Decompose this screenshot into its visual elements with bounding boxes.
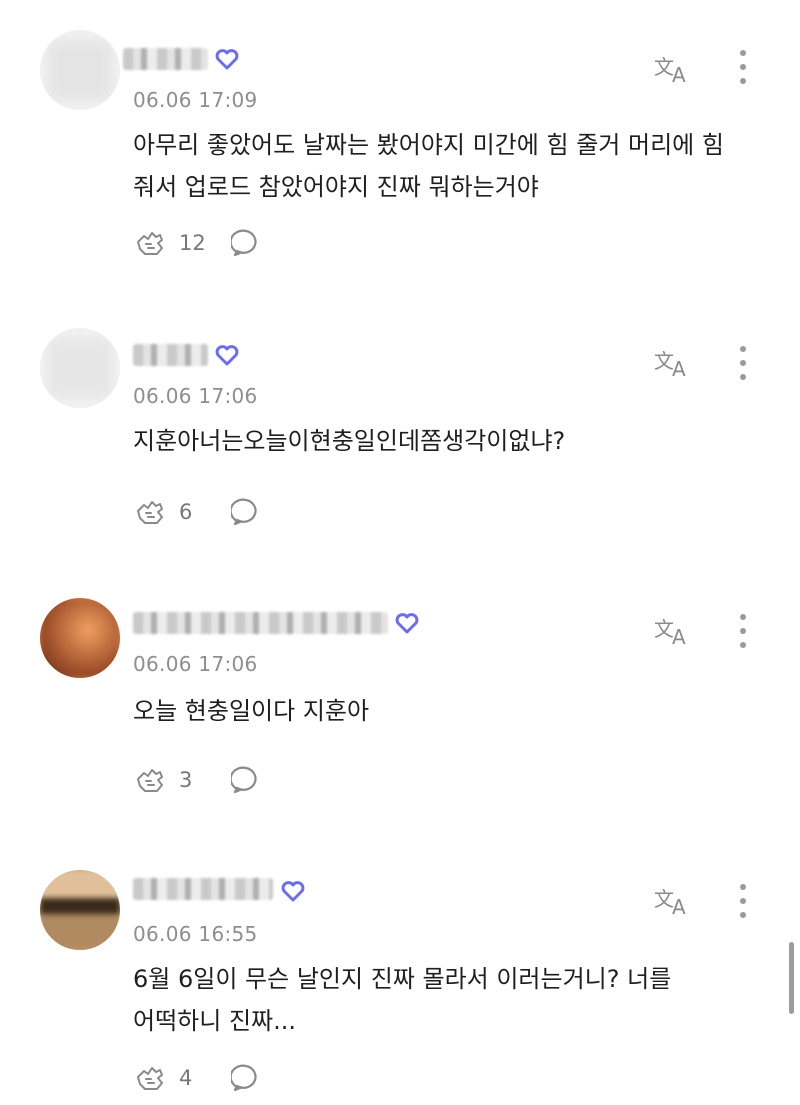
avatar[interactable] xyxy=(40,870,120,950)
comment-actions: 6 xyxy=(133,494,261,530)
comment-time: 06.06 17:09 xyxy=(133,88,258,112)
reply-bubble-icon[interactable] xyxy=(231,1063,261,1093)
comment-text: 지훈아너는오늘이현충일인데쫌생각이없냐? xyxy=(133,427,566,455)
like-hand-icon[interactable] xyxy=(133,763,167,797)
username-blurred[interactable] xyxy=(133,344,208,366)
like-hand-icon[interactable] xyxy=(133,226,167,260)
comment-time: 06.06 17:06 xyxy=(133,384,258,408)
reply-bubble-icon[interactable] xyxy=(231,228,261,258)
svg-text:文: 文 xyxy=(654,887,674,911)
more-options-button[interactable] xyxy=(730,48,756,88)
comment-actions: 4 xyxy=(133,1060,261,1096)
like-hand-icon[interactable] xyxy=(133,495,167,529)
translate-icon[interactable]: 文 A xyxy=(652,612,696,648)
reply-bubble-icon[interactable] xyxy=(231,497,261,527)
svg-text:A: A xyxy=(672,63,686,86)
translate-icon[interactable]: 文 A xyxy=(652,882,696,918)
avatar[interactable] xyxy=(40,598,120,678)
like-count: 6 xyxy=(179,500,193,524)
avatar[interactable] xyxy=(40,30,120,110)
heart-badge-icon xyxy=(215,49,239,70)
svg-text:A: A xyxy=(672,357,686,380)
comment-actions: 3 xyxy=(133,762,261,798)
comment-time: 06.06 16:55 xyxy=(133,922,258,946)
heart-badge-icon xyxy=(395,613,419,634)
comment-time: 06.06 17:06 xyxy=(133,652,258,676)
like-count: 12 xyxy=(179,231,206,255)
more-options-button[interactable] xyxy=(730,882,756,922)
scrollbar[interactable] xyxy=(789,942,794,1014)
heart-badge-icon xyxy=(215,345,239,366)
more-options-button[interactable] xyxy=(730,344,756,384)
translate-icon[interactable]: 文 A xyxy=(652,344,696,380)
reply-bubble-icon[interactable] xyxy=(231,765,261,795)
like-count: 4 xyxy=(179,1066,193,1090)
username-blurred[interactable] xyxy=(123,48,208,70)
svg-text:文: 文 xyxy=(654,55,674,79)
like-count: 3 xyxy=(179,768,193,792)
avatar[interactable] xyxy=(40,328,120,408)
svg-text:文: 文 xyxy=(654,349,674,373)
svg-text:文: 文 xyxy=(654,617,674,641)
like-hand-icon[interactable] xyxy=(133,1061,167,1095)
svg-text:A: A xyxy=(672,625,686,648)
more-options-button[interactable] xyxy=(730,612,756,652)
username-blurred[interactable] xyxy=(133,878,273,900)
comment-text: 6월 6일이 무슨 날인지 진짜 몰라서 이러는거니? 너를 어떡하니 진짜..… xyxy=(133,965,672,1035)
translate-icon[interactable]: 文 A xyxy=(652,50,696,86)
username-blurred[interactable] xyxy=(133,612,388,634)
svg-text:A: A xyxy=(672,895,686,918)
comment-text: 오늘 현충일이다 지훈아 xyxy=(133,697,370,725)
comment-actions: 12 xyxy=(133,225,261,261)
comment-text: 아무리 좋았어도 날짜는 봤어야지 미간에 힘 줄거 머리에 힘 줘서 업로드 … xyxy=(133,131,724,201)
heart-badge-icon xyxy=(281,881,305,902)
